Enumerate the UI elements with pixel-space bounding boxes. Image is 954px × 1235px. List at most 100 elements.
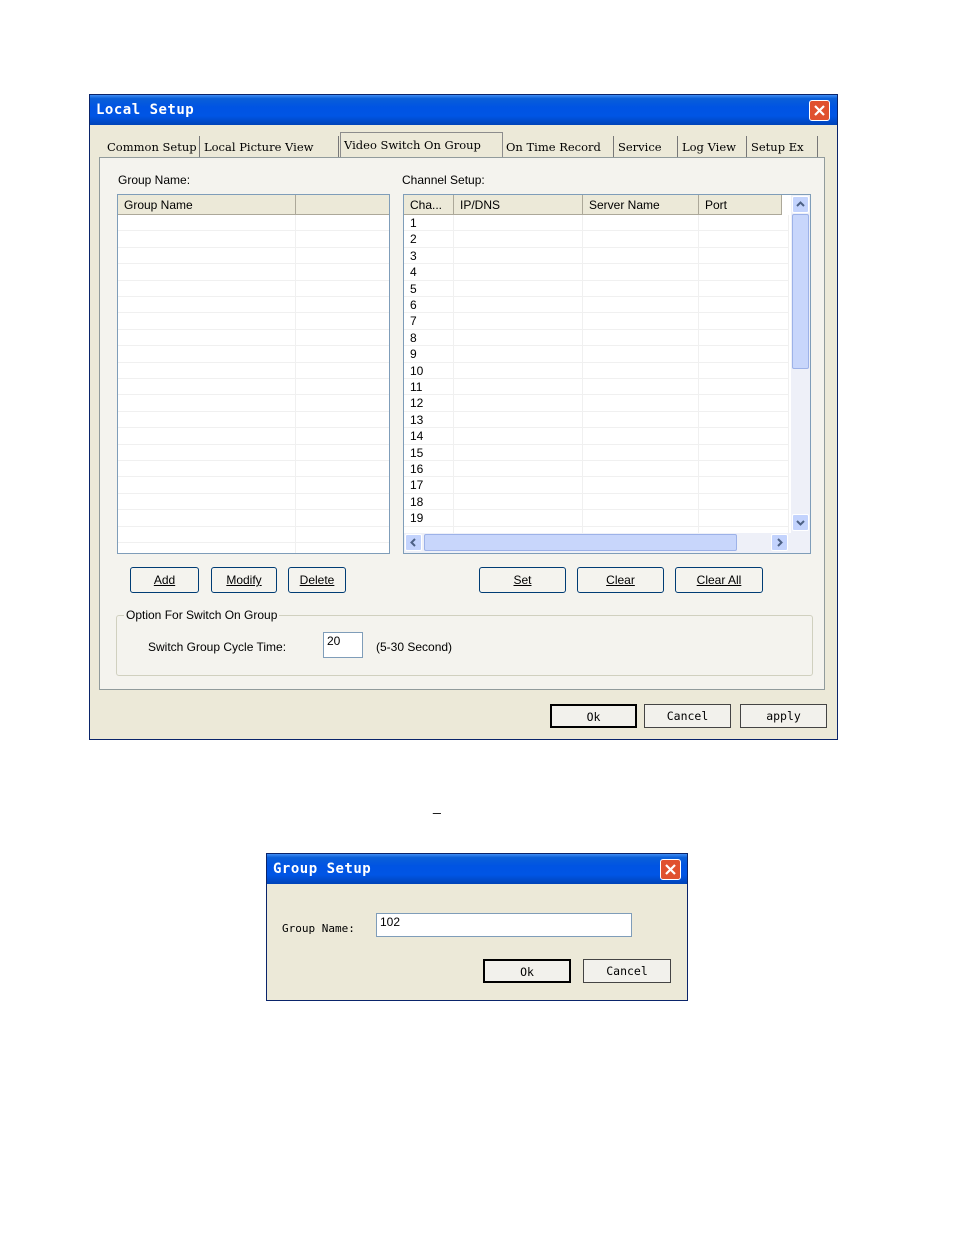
clear-button[interactable]: Clear bbox=[577, 567, 664, 593]
channel-row[interactable]: 3 bbox=[404, 248, 789, 265]
channel-header-port[interactable]: Port bbox=[699, 195, 782, 215]
apply-button[interactable]: apply bbox=[740, 704, 827, 728]
channel-row[interactable]: 10 bbox=[404, 363, 789, 379]
channel-list[interactable]: Cha... IP/DNS Server Name Port 123456789… bbox=[403, 194, 811, 554]
channel-row[interactable]: 15 bbox=[404, 445, 789, 461]
channel-header-server[interactable]: Server Name bbox=[583, 195, 699, 215]
scroll-down-icon[interactable] bbox=[792, 514, 809, 531]
group-list-header[interactable]: Group Name bbox=[118, 195, 296, 215]
group-list-row[interactable] bbox=[118, 510, 389, 527]
group-list[interactable]: Group Name bbox=[117, 194, 390, 554]
group-list-row[interactable] bbox=[118, 346, 389, 363]
group-list-row[interactable] bbox=[118, 494, 389, 511]
group-list-header-empty[interactable] bbox=[296, 195, 389, 215]
channel-row[interactable]: 11 bbox=[404, 379, 789, 396]
channel-number: 6 bbox=[410, 298, 417, 312]
scroll-thumb[interactable] bbox=[792, 214, 809, 369]
tab-local-picture-view[interactable]: Local Picture View bbox=[201, 136, 339, 158]
channel-row[interactable]: 18 bbox=[404, 494, 789, 511]
group-list-row[interactable] bbox=[118, 281, 389, 297]
clear-button-label: Clear bbox=[606, 573, 635, 587]
tab-on-time-record[interactable]: On Time Record bbox=[503, 136, 614, 158]
hscroll-thumb[interactable] bbox=[424, 534, 737, 551]
set-button[interactable]: Set bbox=[479, 567, 566, 593]
group-list-row[interactable] bbox=[118, 543, 389, 553]
group-list-row[interactable] bbox=[118, 297, 389, 314]
group-list-row[interactable] bbox=[118, 379, 389, 396]
title-bar[interactable]: Local Setup bbox=[90, 95, 837, 125]
channel-row[interactable]: 6 bbox=[404, 297, 789, 314]
channel-number: 15 bbox=[410, 445, 424, 460]
group-setup-dialog: Group Setup Group Name: 102 Ok Cancel bbox=[266, 853, 688, 1001]
channel-row[interactable]: 14 bbox=[404, 428, 789, 445]
close-icon[interactable] bbox=[809, 100, 830, 121]
channel-number: 1 bbox=[410, 216, 417, 230]
channel-row[interactable]: 9 bbox=[404, 346, 789, 363]
group-list-row[interactable] bbox=[118, 231, 389, 248]
group-list-row[interactable] bbox=[118, 527, 389, 543]
delete-button[interactable]: Delete bbox=[288, 567, 346, 593]
scroll-left-icon[interactable] bbox=[405, 534, 422, 551]
add-button[interactable]: Add bbox=[130, 567, 199, 593]
group-list-row[interactable] bbox=[118, 248, 389, 265]
ok-button[interactable]: Ok bbox=[483, 959, 571, 983]
channel-number: 2 bbox=[410, 232, 417, 247]
channel-row[interactable]: 8 bbox=[404, 330, 789, 347]
channel-number: 12 bbox=[410, 396, 424, 411]
channel-row[interactable]: 12 bbox=[404, 395, 789, 412]
group-list-row[interactable] bbox=[118, 215, 389, 232]
scroll-right-icon[interactable] bbox=[771, 534, 788, 551]
channel-header-cha[interactable]: Cha... bbox=[404, 195, 454, 215]
group-name-label: Group Name: bbox=[118, 173, 191, 187]
channel-number: 18 bbox=[410, 494, 424, 509]
channel-number: 19 bbox=[410, 511, 424, 526]
channel-number: 4 bbox=[410, 265, 417, 280]
channel-row[interactable]: 19 bbox=[404, 510, 789, 527]
group-list-row[interactable] bbox=[118, 412, 389, 429]
tab-log-view[interactable]: Log View bbox=[679, 136, 747, 158]
tab-service[interactable]: Service bbox=[615, 136, 678, 158]
channel-header-ip[interactable]: IP/DNS bbox=[454, 195, 583, 215]
channel-row[interactable]: 2 bbox=[404, 231, 789, 248]
channel-row[interactable]: 5 bbox=[404, 281, 789, 297]
scroll-up-icon[interactable] bbox=[792, 196, 809, 213]
channel-row[interactable]: 16 bbox=[404, 461, 789, 478]
separator-mark: _ bbox=[433, 798, 441, 814]
horizontal-scrollbar[interactable] bbox=[404, 533, 810, 553]
channel-number: 14 bbox=[410, 429, 424, 444]
channel-number: 16 bbox=[410, 462, 424, 476]
vertical-scrollbar[interactable] bbox=[791, 195, 810, 533]
channel-row[interactable]: 4 bbox=[404, 264, 789, 281]
channel-number: 9 bbox=[410, 347, 417, 362]
tab-setup-ex[interactable]: Setup Ex bbox=[748, 136, 818, 158]
channel-number: 17 bbox=[410, 478, 424, 493]
modify-button-label: Modify bbox=[226, 573, 262, 587]
channel-row[interactable]: 17 bbox=[404, 477, 789, 494]
ok-button[interactable]: Ok bbox=[550, 704, 637, 728]
title-bar[interactable]: Group Setup bbox=[267, 854, 687, 884]
group-list-row[interactable] bbox=[118, 445, 389, 461]
group-list-row[interactable] bbox=[118, 477, 389, 494]
modify-button[interactable]: Modify bbox=[211, 567, 277, 593]
channel-row[interactable]: 1 bbox=[404, 215, 789, 232]
group-list-row[interactable] bbox=[118, 428, 389, 445]
group-name-input[interactable]: 102 bbox=[376, 913, 632, 937]
close-icon[interactable] bbox=[660, 859, 681, 880]
group-list-row[interactable] bbox=[118, 330, 389, 347]
cycle-time-input[interactable]: 20 bbox=[323, 632, 363, 658]
group-list-row[interactable] bbox=[118, 363, 389, 379]
group-list-row[interactable] bbox=[118, 395, 389, 412]
group-list-row[interactable] bbox=[118, 461, 389, 478]
delete-button-label: Delete bbox=[299, 573, 335, 587]
cancel-button[interactable]: Cancel bbox=[644, 704, 731, 728]
tab-video-switch-on-group[interactable]: Video Switch On Group bbox=[340, 132, 503, 158]
cycle-time-label: Switch Group Cycle Time: bbox=[148, 640, 287, 654]
channel-row[interactable]: 13 bbox=[404, 412, 789, 429]
tab-common-setup[interactable]: Common Setup bbox=[104, 136, 200, 158]
clear-all-button[interactable]: Clear All bbox=[675, 567, 763, 593]
group-list-row[interactable] bbox=[118, 264, 389, 281]
group-list-row[interactable] bbox=[118, 313, 389, 330]
cycle-time-range: (5-30 Second) bbox=[376, 640, 453, 654]
channel-row[interactable]: 7 bbox=[404, 313, 789, 330]
cancel-button[interactable]: Cancel bbox=[583, 959, 671, 983]
